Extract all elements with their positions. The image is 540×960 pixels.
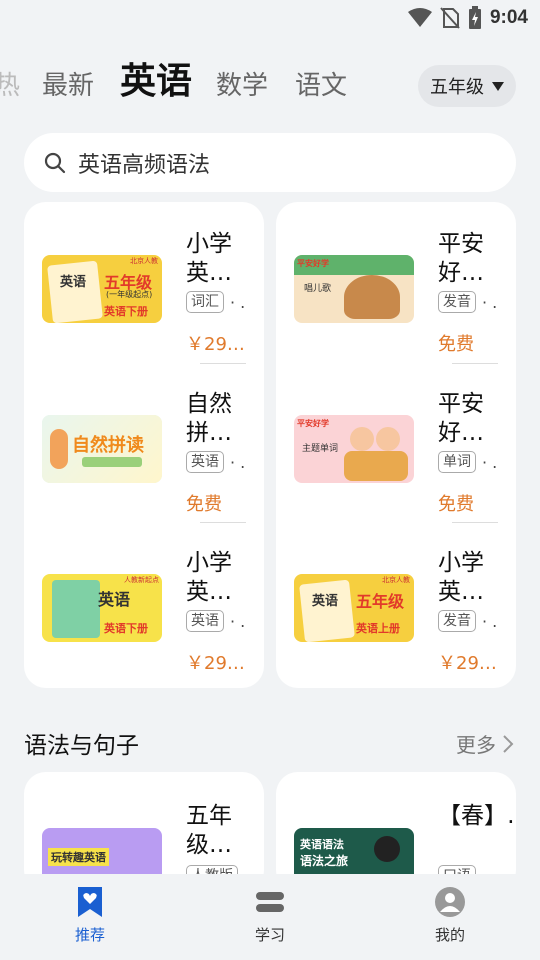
- course-tag: 英语: [186, 451, 224, 473]
- layers-icon: [210, 884, 330, 920]
- course-title: 小学英…: [186, 550, 232, 605]
- tag-row: 发音 · .: [438, 291, 497, 313]
- user-avatar-icon: [390, 884, 510, 920]
- course-card-right: 平安好学 唱儿歌 平安好… 发音 · . 免费 平安好学 主题单词 平安好… 单词…: [276, 202, 516, 688]
- thumb-text: 英语下册: [104, 622, 148, 635]
- thumb-text: 英语上册: [356, 622, 400, 635]
- course-price: 免费: [438, 494, 474, 515]
- thumb-text: 北京人教: [130, 257, 158, 265]
- thumb-text: 英语语法: [300, 838, 344, 851]
- course-item[interactable]: 平安好学 唱儿歌 平安好… 发音 · . 免费: [276, 202, 516, 362]
- nav-mine[interactable]: 我的: [390, 884, 510, 945]
- course-item[interactable]: 英语 英语下册 人教新起点 小学英… 英语 · . ￥29…: [24, 521, 264, 681]
- battery-charging-icon: [468, 6, 481, 29]
- thumb-text: 平安好学: [297, 419, 329, 428]
- course-thumbnail: 平安好学 主题单词: [294, 415, 414, 483]
- section-title: 语法与句子: [24, 733, 139, 759]
- course-item[interactable]: 英语 五年级 英语上册 北京人教 小学英… 发音 · . ￥29…: [276, 521, 516, 681]
- course-thumbnail: 英语 五年级 英语上册 北京人教: [294, 574, 414, 642]
- tab-english[interactable]: 英语: [120, 52, 192, 104]
- separator-dot: · .: [230, 611, 246, 631]
- course-tag: 英语: [186, 610, 224, 632]
- course-thumbnail: 英语 英语下册 人教新起点: [42, 574, 162, 642]
- course-price: ￥29…: [186, 653, 245, 674]
- thumb-text: 主题单词: [302, 444, 339, 454]
- thumb-text: 英语: [312, 594, 339, 609]
- separator-dot: · .: [482, 452, 498, 472]
- tab-partial[interactable]: 热: [0, 65, 20, 102]
- course-title: 五年级…: [186, 803, 232, 858]
- no-sim-icon: [440, 7, 460, 29]
- separator-dot: · .: [482, 611, 498, 631]
- course-price: 免费: [186, 494, 222, 515]
- bottom-nav: 推荐 学习 我的: [0, 874, 540, 960]
- thumb-text: 英语: [60, 275, 87, 290]
- wifi-icon: [407, 8, 432, 27]
- search-icon: [44, 152, 66, 173]
- nav-study-label: 学习: [254, 926, 285, 944]
- tab-chinese[interactable]: 语文: [295, 65, 347, 102]
- separator-dot: · .: [482, 292, 498, 312]
- tag-row: 发音 · .: [438, 610, 497, 632]
- grade-selector[interactable]: 五年级: [418, 65, 516, 107]
- course-title: 自然拼…: [186, 391, 232, 446]
- grade-label: 五年级: [430, 77, 484, 98]
- tab-latest[interactable]: 最新: [42, 65, 94, 102]
- course-thumbnail: 英语 五年级 (一年级起点) 英语下册 北京人教: [42, 255, 162, 323]
- more-label: 更多: [456, 733, 496, 757]
- course-title: 小学英…: [438, 550, 484, 605]
- tag-row: 词汇 · .: [186, 291, 245, 313]
- course-title: 小学英…: [186, 231, 232, 286]
- course-thumbnail: 自然拼读: [42, 415, 162, 483]
- course-title: 平安好…: [438, 391, 484, 446]
- tag-row: 英语 · .: [186, 610, 245, 632]
- bookmark-heart-icon: [30, 884, 150, 920]
- course-tag: 单词: [438, 451, 476, 473]
- thumb-text: 语法之旅: [300, 854, 349, 868]
- tag-row: 单词 · .: [438, 451, 497, 473]
- thumb-text: 五年级: [356, 592, 405, 611]
- separator-dot: · .: [230, 452, 246, 472]
- thumb-text: (一年级起点): [106, 290, 153, 299]
- course-price: ￥29…: [438, 653, 497, 674]
- course-item[interactable]: 平安好学 主题单词 平安好… 单词 · . 免费: [276, 362, 516, 522]
- status-bar: 9:04: [0, 0, 540, 36]
- course-card-left: 英语 五年级 (一年级起点) 英语下册 北京人教 小学英… 词汇 · . ￥29……: [24, 202, 264, 688]
- thumb-text: 英语: [98, 590, 131, 609]
- thumb-text: 玩转趣英语: [48, 848, 109, 866]
- course-title: 【春】…: [438, 803, 516, 829]
- course-price: 免费: [438, 334, 474, 355]
- course-tag: 发音: [438, 610, 476, 632]
- nav-recommend[interactable]: 推荐: [30, 884, 150, 945]
- search-bar[interactable]: 英语高频语法: [24, 133, 516, 192]
- thumb-text: 人教新起点: [124, 576, 159, 584]
- thumb-text: 英语下册: [104, 305, 148, 318]
- category-tabs: 热 最新 英语 数学 语文 五年级: [0, 60, 540, 110]
- chevron-right-icon: [503, 734, 514, 753]
- course-tag: 词汇: [186, 291, 224, 313]
- tab-math[interactable]: 数学: [216, 65, 268, 102]
- separator-dot: · .: [230, 292, 246, 312]
- status-icons: 9:04: [407, 6, 528, 30]
- search-query: 英语高频语法: [78, 152, 211, 178]
- course-item[interactable]: 英语 五年级 (一年级起点) 英语下册 北京人教 小学英… 词汇 · . ￥29…: [24, 202, 264, 362]
- course-tag: 发音: [438, 291, 476, 313]
- thumb-text: 北京人教: [382, 576, 410, 584]
- course-title: 平安好…: [438, 231, 484, 286]
- course-item[interactable]: 自然拼读 自然拼… 英语 · . 免费: [24, 362, 264, 522]
- thumb-text: 自然拼读: [72, 435, 144, 456]
- thumb-text: 平安好学: [297, 259, 329, 268]
- status-time: 9:04: [489, 7, 528, 28]
- course-price: ￥29…: [186, 334, 245, 355]
- thumb-text: 唱儿歌: [304, 284, 332, 294]
- more-link[interactable]: 更多: [456, 729, 514, 758]
- caret-down-icon: [492, 81, 504, 91]
- course-thumbnail: 平安好学 唱儿歌: [294, 255, 414, 323]
- nav-mine-label: 我的: [434, 926, 465, 944]
- nav-study[interactable]: 学习: [210, 884, 330, 945]
- tag-row: 英语 · .: [186, 451, 245, 473]
- nav-recommend-label: 推荐: [74, 926, 105, 944]
